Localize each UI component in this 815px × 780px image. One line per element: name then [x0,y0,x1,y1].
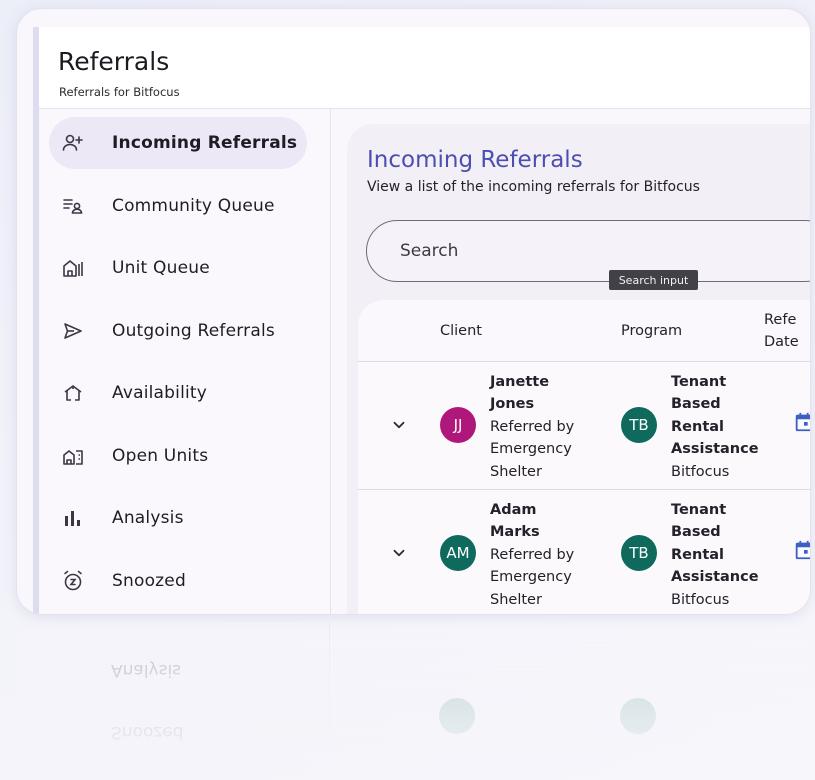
program-name: Based [671,396,721,413]
search-tooltip: Search input [609,270,698,290]
app-header: Referrals Referrals for Bitfocus [39,27,810,109]
calendar-icon[interactable] [793,411,811,433]
program-name: Based [671,524,721,541]
search-placeholder: Search [400,241,459,261]
reflection-sidebar: Analysis Snoozed [38,622,330,780]
column-header-referral-date-part1[interactable]: Refe [764,312,796,328]
column-header-referral-date-part2[interactable]: Date [764,334,799,350]
sidebar-item-snoozed[interactable]: Snoozed [49,555,307,607]
program-name: Assistance [671,441,759,458]
program-avatar: TB [621,407,657,443]
reflection-content: Analysis Snoozed [16,622,811,780]
program-cell: Tenant Based Rental Assistance Bitfocus [671,371,759,483]
snooze-clock-icon [64,570,82,591]
sidebar-item-label: Snoozed [112,571,186,591]
calendar-icon[interactable] [793,539,811,561]
chevron-down-icon[interactable] [390,544,408,562]
sidebar-item-label: Availability [112,383,208,403]
referred-by: Emergency [490,441,572,458]
main-content: Incoming Referrals View a list of the in… [347,124,811,614]
program-org: Bitfocus [671,463,730,480]
client-name: Marks [490,524,540,541]
column-header-program[interactable]: Program [621,323,682,339]
person-add-icon [62,134,83,151]
sidebar-item-incoming-referrals[interactable]: Incoming Referrals [49,117,307,169]
referred-by: Referred by [490,418,575,435]
reflection-avatar [620,698,656,734]
sidebar: Incoming Referrals Community Queue Unit … [39,109,331,614]
table-row[interactable]: AM Adam Marks Referred by Emergency Shel… [358,490,811,614]
search-input[interactable]: Search [366,220,810,282]
referred-by: Referred by [490,546,575,563]
section-title: Incoming Referrals [367,147,583,173]
client-name: Adam [490,502,537,518]
client-cell: Adam Marks Referred by Emergency Shelter [490,499,574,611]
house-queue-icon [63,260,83,277]
reflection-label: Analysis [111,660,182,680]
sidebar-item-availability[interactable]: Availability [49,367,307,419]
program-cell: Tenant Based Rental Assistance Bitfocus [671,499,759,611]
reflection-label: Snoozed [111,722,184,742]
window-reflection: Analysis Snoozed [16,622,811,780]
client-name: Janette [490,374,550,390]
referred-by: Shelter [490,591,542,608]
sidebar-item-label: Unit Queue [112,258,210,278]
sidebar-item-label: Outgoing Referrals [112,321,275,341]
program-name: Rental [671,546,725,563]
reflection-row [357,622,811,780]
sidebar-item-community-queue[interactable]: Community Queue [49,180,307,232]
page-subtitle: Referrals for Bitfocus [59,85,180,99]
client-name: Jones [490,396,535,413]
sidebar-item-analysis[interactable]: Analysis [49,492,307,544]
program-name: Tenant [671,374,727,390]
referred-by: Emergency [490,569,572,586]
program-name: Tenant [671,502,727,518]
sidebar-item-label: Analysis [112,508,184,528]
avatar: JJ [440,407,476,443]
table-row[interactable]: JJ Janette Jones Referred by Emergency S… [358,362,811,490]
referrals-table: Client Program Refe Date JJ Janette Jone… [358,300,811,614]
program-name: Rental [671,418,725,435]
sidebar-item-label: Incoming Referrals [112,133,298,153]
client-cell: Janette Jones Referred by Emergency Shel… [490,371,574,483]
open-units-icon [63,450,83,465]
sidebar-item-label: Open Units [112,446,209,466]
send-icon [64,323,82,339]
column-header-client[interactable]: Client [440,323,482,339]
referred-by: Shelter [490,463,542,480]
queue-person-icon [63,199,83,214]
page-title: Referrals [58,47,170,76]
section-description: View a list of the incoming referrals fo… [367,179,700,195]
program-name: Assistance [671,569,759,586]
sidebar-item-open-units[interactable]: Open Units [49,430,307,482]
program-org: Bitfocus [671,591,730,608]
sidebar-item-outgoing-referrals[interactable]: Outgoing Referrals [49,305,307,357]
bar-chart-icon [65,511,80,526]
program-avatar: TB [621,535,657,571]
app-window: Referrals Referrals for Bitfocus Incomin… [16,8,811,615]
reflection-avatar [439,698,475,734]
sidebar-item-unit-queue[interactable]: Unit Queue [49,242,307,294]
chevron-down-icon[interactable] [390,416,408,434]
sidebar-item-label: Community Queue [112,196,275,216]
avatar: AM [440,535,476,571]
availability-house-icon [64,385,82,401]
